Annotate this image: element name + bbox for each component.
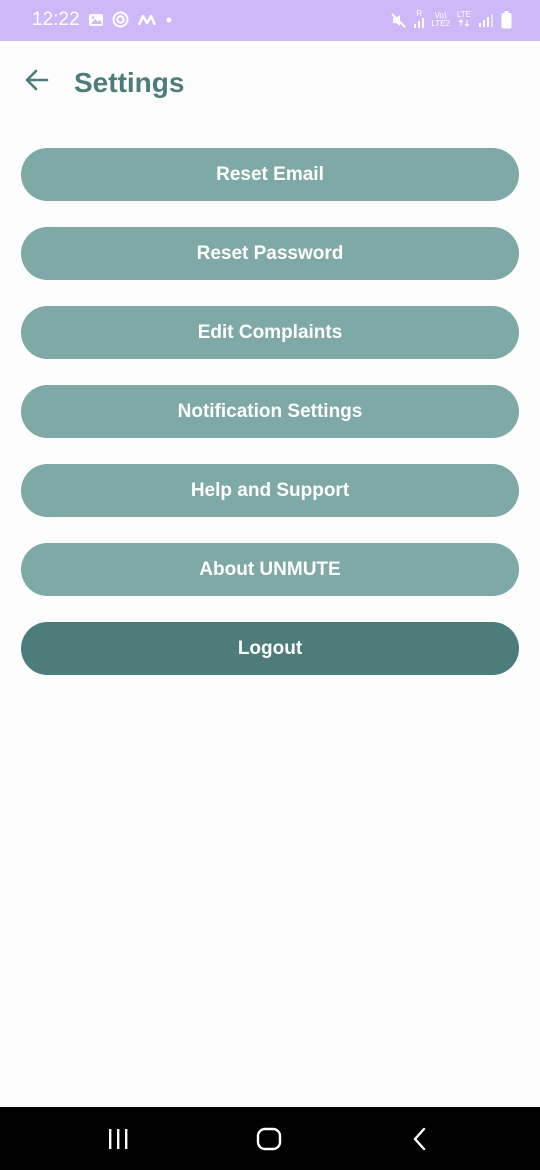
gallery-icon <box>89 13 103 26</box>
logout-button[interactable]: Logout <box>21 622 519 675</box>
more-dot-icon <box>166 17 172 22</box>
chevron-left-icon <box>413 1127 426 1151</box>
home-button[interactable] <box>249 1123 289 1155</box>
status-bar: 12:22 R Vo) LTE2 LTE <box>0 0 540 41</box>
app-m-icon <box>137 14 157 26</box>
volte-indicator: Vo) LTE2 <box>431 11 450 28</box>
data-arrows-icon <box>458 19 470 27</box>
recents-button[interactable] <box>98 1123 138 1155</box>
battery-icon <box>501 11 512 29</box>
settings-menu: Reset Email Reset Password Edit Complain… <box>21 148 519 701</box>
signal-icon <box>414 18 425 28</box>
page-title: Settings <box>74 67 185 98</box>
system-navigation-bar <box>0 1107 540 1170</box>
cell-signal-icon <box>479 14 493 27</box>
nav-back-button[interactable] <box>400 1123 440 1155</box>
back-button[interactable] <box>22 65 52 95</box>
app-bar: Settings <box>0 41 540 121</box>
status-time: 12:22 <box>32 9 80 30</box>
reset-email-button[interactable]: Reset Email <box>21 148 519 201</box>
edit-complaints-button[interactable]: Edit Complaints <box>21 306 519 359</box>
about-unmute-button[interactable]: About UNMUTE <box>21 543 519 596</box>
roaming-signal: R <box>414 10 425 30</box>
arrow-left-icon <box>25 69 49 91</box>
system-status-icons: R Vo) LTE2 LTE <box>390 10 512 30</box>
mute-icon <box>391 12 407 28</box>
reset-password-button[interactable]: Reset Password <box>21 227 519 280</box>
notification-settings-button[interactable]: Notification Settings <box>21 385 519 438</box>
recents-icon <box>109 1129 128 1149</box>
notification-icons <box>88 11 173 28</box>
help-and-support-button[interactable]: Help and Support <box>21 464 519 517</box>
home-icon <box>256 1127 282 1151</box>
lte-indicator: LTE <box>457 11 471 29</box>
app-swirl-icon <box>112 11 129 28</box>
